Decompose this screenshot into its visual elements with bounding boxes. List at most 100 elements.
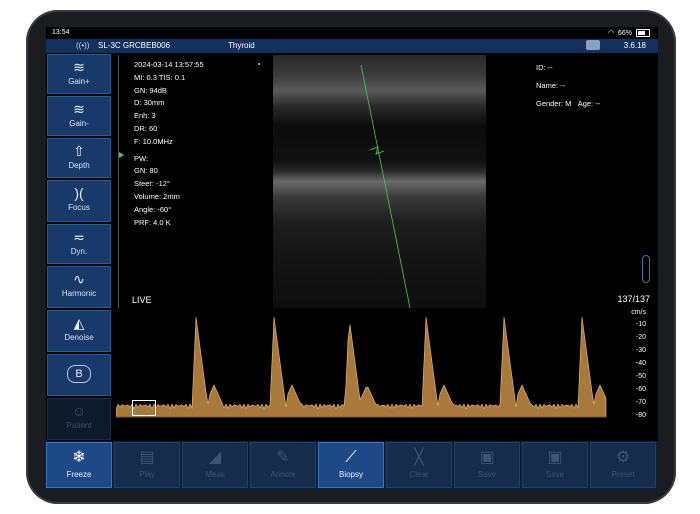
focus-marker — [258, 63, 260, 65]
denoise-button[interactable]: ◭ Denoise — [47, 310, 111, 352]
datetime: 2024-03-14 13:57:55 — [134, 60, 204, 69]
side-panel-handle[interactable] — [642, 255, 650, 283]
spectrum-envelope — [115, 316, 607, 418]
depth-value: D: 30mm — [134, 98, 165, 108]
focus-position-marker[interactable] — [119, 152, 124, 158]
clear-icon: ╳ — [414, 449, 424, 466]
device-name: SL-3C GRCBEB006 — [98, 41, 171, 50]
sidebar-item-label: Harmonic — [61, 289, 97, 298]
patient-icon: ☺ — [71, 403, 87, 419]
prf-value: PRF: 4.0 K — [134, 217, 171, 227]
biopsy-icon: ⟋ — [345, 449, 357, 466]
focus-button[interactable]: )( Focus — [47, 180, 111, 222]
dynamic-range-button[interactable]: ≂ Dyn. — [47, 224, 111, 264]
sidebar-item-label: Focus — [68, 203, 90, 212]
harmonic-button[interactable]: ∿ Harmonic — [47, 266, 111, 308]
sidebar-item-label: Denoise — [64, 333, 94, 342]
freeze-button[interactable]: ❄ Freeze — [46, 442, 112, 488]
b-mode-icon: B — [67, 365, 91, 383]
bottom-toolbar: ❄ Freeze ▤ Play ◢ Meas ✎ Annote ⟋ Biopsy… — [46, 441, 658, 490]
measure-label: Meas — [205, 470, 225, 479]
gain-plus-button[interactable]: ≋ Gain+ — [47, 54, 111, 94]
doppler-box-icon — [132, 400, 156, 416]
doppler-spectrum[interactable]: cm/s -10 -20 -30 -40 -50 -60 -70 -80 — [115, 309, 650, 434]
annotate-label: Annote — [270, 470, 296, 479]
dynamic-range-icon: ≂ — [73, 229, 85, 245]
probe-icon[interactable] — [586, 40, 600, 50]
clock: 13:54 — [52, 29, 70, 36]
depth-icon: ⇧ — [73, 143, 85, 159]
sample-gate — [369, 146, 385, 155]
velocity-scale: -10 -20 -30 -40 -50 -60 -70 -80 — [608, 309, 648, 434]
b-mode-button[interactable]: B — [47, 354, 111, 396]
steer-value: Steer: -12° — [134, 179, 170, 189]
depth-button[interactable]: ⇧ Depth — [47, 138, 111, 178]
wifi-status-icon: ◠ — [607, 30, 614, 37]
sidebar-item-label: Gain+ — [68, 77, 90, 86]
angle-value: Angle: -60° — [134, 204, 172, 214]
version-label: 3.6.18 — [623, 41, 646, 50]
gain-minus-button[interactable]: ≋ Gain- — [47, 96, 111, 136]
scale-label: -10 — [635, 321, 646, 328]
save-image-label: Save — [477, 470, 497, 479]
play-label: Play — [139, 470, 155, 479]
biopsy-button[interactable]: ⟋ Biopsy — [318, 442, 384, 488]
annotate-icon: ✎ — [276, 449, 290, 466]
gain-minus-icon: ≋ — [73, 101, 85, 117]
depth-scale — [118, 55, 119, 308]
patient-info: ID: -- Name: -- Gender: M Age: -- — [536, 59, 600, 113]
patient-gender: Gender: M — [536, 99, 572, 108]
frame-counter: 137/137 — [617, 294, 650, 304]
scale-label: -60 — [635, 386, 646, 393]
annotate-button[interactable]: ✎ Annote — [250, 442, 316, 488]
pw-gain-value: GN: 80 — [134, 166, 158, 176]
dynamic-range-value: DR: 60 — [134, 123, 158, 133]
sidebar-item-label: Gain- — [69, 119, 89, 128]
play-button[interactable]: ▤ Play — [114, 442, 180, 488]
save-video-icon: ▣ — [547, 449, 563, 466]
biopsy-guide-line — [360, 64, 411, 308]
volume-value: Volume: 2mm — [134, 191, 180, 201]
patient-button[interactable]: ☺ Patient — [47, 398, 111, 440]
snowflake-icon: ❄ — [72, 449, 86, 466]
save-image-icon: ▣ — [479, 449, 495, 466]
preset-label: Preset — [611, 470, 635, 479]
doppler-waveform — [115, 316, 607, 418]
b-mode-image-area[interactable]: 2024-03-14 13:57:55 MI: 0.3 TIS: 0.1 GN:… — [116, 55, 646, 308]
patient-name: Name: -- — [536, 81, 566, 90]
mi-tis: MI: 0.3 TIS: 0.1 — [134, 72, 186, 82]
exam-preset[interactable]: Thyroid — [228, 41, 255, 50]
clear-button[interactable]: ╳ Clear — [386, 442, 452, 488]
sidebar-item-label: Depth — [68, 161, 90, 170]
patient-id: ID: -- — [536, 63, 553, 72]
freeze-label: Freeze — [66, 470, 92, 479]
app-screen: 13:54 ◠ 66% ((•)) SL-3C GRCBEB006 Thyroi… — [46, 27, 658, 490]
probe-wifi-icon: ((•)) — [76, 41, 90, 50]
battery-icon — [636, 29, 650, 37]
preset-button[interactable]: ⚙ Preset — [590, 442, 656, 488]
scale-label: -50 — [635, 373, 646, 380]
enhance-value: Enh: 3 — [134, 111, 156, 121]
scale-label: -40 — [635, 360, 646, 367]
frequency-value: F: 10.0MHz — [134, 136, 173, 146]
denoise-icon: ◭ — [73, 315, 85, 331]
save-video-button[interactable]: ▣ Save — [522, 442, 588, 488]
scale-label: -80 — [635, 412, 646, 419]
sidebar-item-label: Dyn. — [70, 247, 88, 256]
gear-icon: ⚙ — [615, 449, 631, 466]
pw-heading: PW: — [134, 153, 149, 163]
sidebar-item-label: Patient — [66, 421, 92, 430]
focus-icon: )( — [74, 185, 84, 201]
live-indicator: LIVE — [132, 295, 152, 305]
patient-age: Age: -- — [577, 99, 601, 108]
battery-percent: 66% — [617, 29, 632, 37]
image-parameters: 2024-03-14 13:57:55 MI: 0.3 TIS: 0.1 GN:… — [134, 59, 204, 229]
save-image-button[interactable]: ▣ Save — [454, 442, 520, 488]
ios-status-bar: 13:54 ◠ 66% — [46, 27, 658, 39]
measure-button[interactable]: ◢ Meas — [182, 442, 248, 488]
scale-label: -70 — [635, 399, 646, 406]
scale-label: -20 — [635, 334, 646, 341]
measure-icon: ◢ — [208, 449, 222, 466]
scale-label: -30 — [635, 347, 646, 354]
biopsy-label: Biopsy — [338, 470, 363, 479]
